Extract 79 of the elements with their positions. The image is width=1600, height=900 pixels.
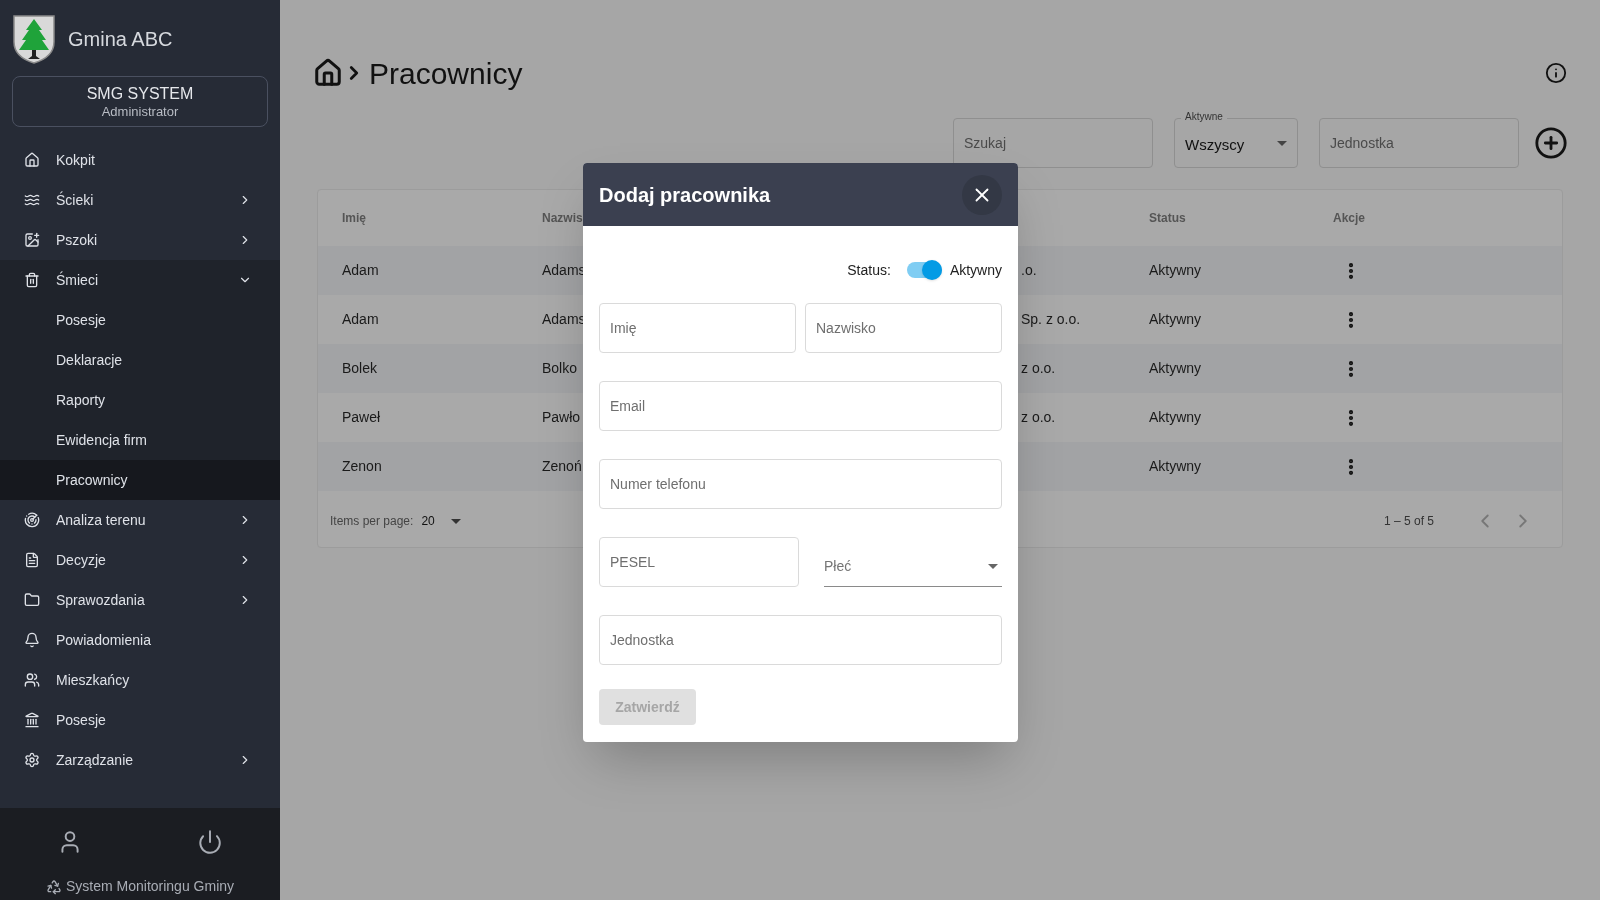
page-size-select[interactable]: 20 xyxy=(421,512,461,530)
caret-icon xyxy=(1277,140,1287,146)
table-cell-text: Sp. z o.o. xyxy=(1021,310,1081,329)
brand-name: Gmina ABC xyxy=(68,27,173,52)
trash-icon xyxy=(24,272,40,288)
landmark-icon xyxy=(24,712,40,728)
column-header: Imię xyxy=(342,210,367,227)
gender-select[interactable]: Płeć xyxy=(824,546,1002,587)
recycle-icon xyxy=(45,878,62,895)
table-cell-text: Aktywny xyxy=(1149,457,1202,476)
search-field[interactable]: Szukaj xyxy=(953,118,1153,168)
add-icon[interactable] xyxy=(1534,126,1568,160)
sidebar-item[interactable]: Kokpit xyxy=(0,140,280,180)
sidebar-item[interactable]: Decyzje xyxy=(0,540,280,580)
table-cell-text: Paweł xyxy=(342,408,381,427)
sidebar-item[interactable]: Śmieci xyxy=(0,260,280,300)
table-cell-text: Aktywny xyxy=(1149,359,1202,378)
bell-icon xyxy=(24,632,40,648)
document-icon xyxy=(24,552,40,568)
sidebar-subitem[interactable]: Raporty xyxy=(0,380,280,420)
table-cell-text: Adam xyxy=(342,310,379,329)
table-cell-text: .o. xyxy=(1021,261,1037,280)
sidebar-item[interactable]: Mieszkańcy xyxy=(0,660,280,700)
table-cell-text: Pawło xyxy=(542,408,581,427)
table-cell-text: Bolek xyxy=(342,359,378,378)
table-cell-text: Zenoń xyxy=(542,457,582,476)
info-icon[interactable] xyxy=(1545,62,1567,84)
sidebar-subitem[interactable]: Pracownicy xyxy=(0,460,280,500)
table-cell-text: Aktywny xyxy=(1149,310,1202,329)
table-cell-text: z o.o. xyxy=(1021,408,1056,427)
page-range: 1 – 5 of 5 xyxy=(1383,513,1434,530)
input-field[interactable]: Imię xyxy=(599,303,796,353)
gear-icon xyxy=(24,752,40,768)
user-name: SMG SYSTEM xyxy=(86,83,194,104)
status-text: Aktywny xyxy=(949,260,1002,280)
sidebar-subitem[interactable]: Posesje xyxy=(0,300,280,340)
sidebar-subitem[interactable]: Ewidencja firm xyxy=(0,420,280,460)
table-cell-text: Bolko xyxy=(542,359,578,378)
users-icon xyxy=(24,672,40,688)
sidebar-item[interactable]: Zarządzanie xyxy=(0,740,280,780)
table-cell-text: z o.o. xyxy=(1021,359,1056,378)
column-header: Nazwis xyxy=(542,210,584,227)
table-cell-text: Zenon xyxy=(342,457,382,476)
table-cell-text: Aktywny xyxy=(1149,261,1202,280)
sidebar-item[interactable]: Pszoki xyxy=(0,220,280,260)
sidebar-item[interactable]: Sprawozdania xyxy=(0,580,280,620)
field-label: Aktywne xyxy=(1181,111,1227,123)
home-icon xyxy=(24,152,40,168)
sidebar-subitem[interactable]: Deklaracje xyxy=(0,340,280,380)
user-role: Administrator xyxy=(101,103,179,120)
page-title: Pracownicy xyxy=(369,55,523,92)
close-button[interactable] xyxy=(962,174,1002,215)
input-field[interactable]: Nazwisko xyxy=(805,303,1002,353)
radar-icon xyxy=(24,512,40,528)
input-field[interactable]: PESEL xyxy=(599,537,799,587)
status-toggle[interactable] xyxy=(906,262,942,278)
input-field[interactable]: Numer telefonu xyxy=(599,459,1002,509)
image-plus-icon xyxy=(24,232,40,248)
dialog-title: Dodaj pracownika xyxy=(599,182,771,208)
input-field[interactable]: Jednostka xyxy=(599,615,1002,665)
items-per-page-label: Items per page: xyxy=(330,513,414,530)
footer-text: System Monitoringu Gminy xyxy=(65,877,235,896)
table-cell-text: Adam xyxy=(342,261,379,280)
home-icon[interactable] xyxy=(313,58,343,88)
sidebar-item[interactable]: Powiadomienia xyxy=(0,620,280,660)
caret-icon xyxy=(988,563,998,569)
sidebar-item[interactable]: Ścieki xyxy=(0,180,280,220)
power-icon[interactable] xyxy=(197,829,223,855)
unit-field[interactable]: Jednostka xyxy=(1319,118,1519,168)
folder-icon xyxy=(24,592,40,608)
waves-icon xyxy=(24,192,40,208)
table-cell-text: Aktywny xyxy=(1149,408,1202,427)
sidebar-item[interactable]: Posesje xyxy=(0,700,280,740)
sidebar-item[interactable]: Analiza terenu xyxy=(0,500,280,540)
input-field[interactable]: Email xyxy=(599,381,1002,431)
status-label: Status: xyxy=(847,260,891,280)
caret-icon xyxy=(450,518,461,524)
coat-of-arms-logo xyxy=(12,14,56,64)
column-header: Akcje xyxy=(1333,210,1367,227)
